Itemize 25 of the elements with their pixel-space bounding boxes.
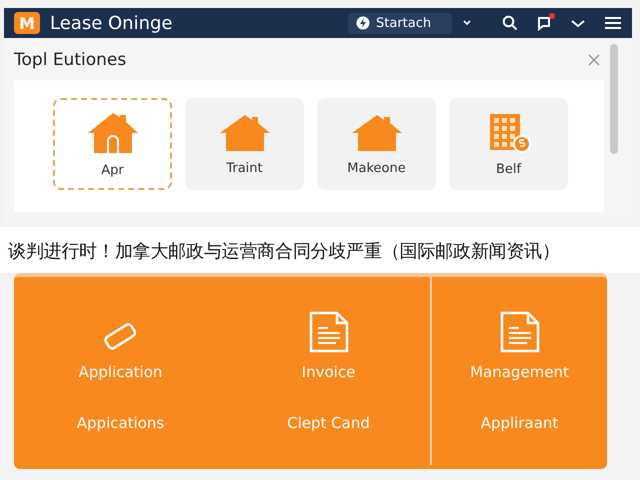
panel-title: Topl Eutiones [14,50,126,70]
logo-icon: M [14,12,40,34]
action-label[interactable]: Management [470,363,569,381]
house-icon [350,112,404,152]
action-label[interactable]: Appications [76,414,164,432]
house-icon [218,112,272,152]
app-title: Lease Oninge [50,12,174,34]
tile-card[interactable]: Apr [53,98,172,190]
tile-card[interactable]: Traint [185,98,304,190]
chat-icon[interactable] [536,15,552,31]
house-icon [86,110,140,154]
menu-icon[interactable] [604,15,622,31]
tile-card[interactable]: Belf [449,98,568,190]
caption-text: 谈判进行时！加拿大邮政与运营商合同分歧严重（国际邮政新闻资讯） [8,241,560,262]
caret-icon[interactable] [462,19,472,27]
action-label[interactable]: Clept Cand [287,414,370,432]
action-label[interactable]: Application [78,363,162,381]
scrollbar[interactable] [610,44,618,154]
tile-card[interactable]: Makeone [317,98,436,190]
bolt-icon [356,16,370,30]
action-label[interactable]: Appliraant [480,414,558,432]
close-icon[interactable] [588,54,600,66]
search-icon[interactable] [502,15,518,31]
action-label[interactable]: Invoice [302,363,356,381]
search-field[interactable]: Startach [348,12,452,34]
